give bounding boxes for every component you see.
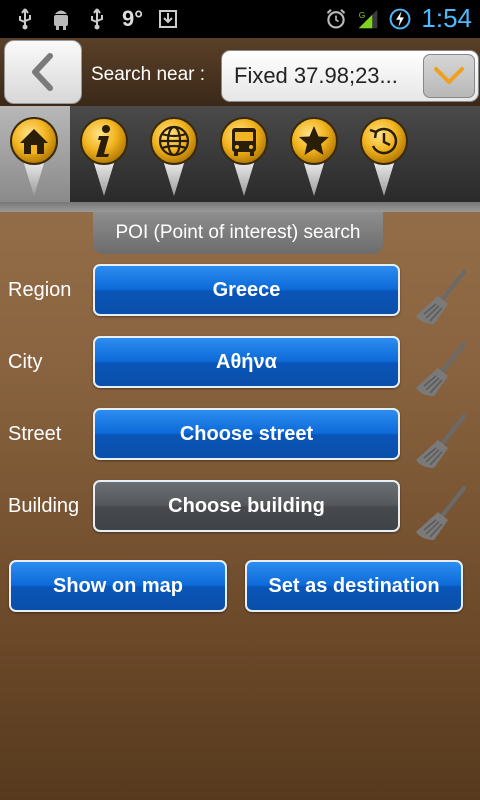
broom-icon: [416, 270, 466, 324]
svg-text:G: G: [359, 10, 366, 20]
tab-info[interactable]: [76, 116, 132, 198]
signal-icon: G: [357, 7, 379, 31]
street-label: Street: [8, 423, 62, 445]
tab-globe[interactable]: [146, 116, 202, 198]
usb-icon: [86, 7, 108, 31]
street-button[interactable]: Choose street: [93, 408, 400, 460]
clock-time: 1:54: [421, 3, 472, 33]
region-button[interactable]: Greece: [93, 264, 400, 316]
chevron-left-icon: [32, 53, 53, 91]
tab-favorites[interactable]: [286, 116, 342, 198]
region-label: Region: [8, 279, 72, 301]
toolbar-divider: [0, 202, 480, 212]
show-on-map-button[interactable]: Show on map: [9, 560, 227, 612]
building-label: Building: [8, 495, 80, 517]
search-near-value: Fixed 37.98;23...: [234, 63, 398, 88]
tab-transport[interactable]: [216, 116, 272, 198]
clear-city-button[interactable]: [412, 340, 472, 400]
category-toolbar: [0, 106, 480, 202]
chevron-down-icon: [434, 67, 464, 84]
battery-charging-icon: [389, 7, 411, 31]
clear-region-button[interactable]: [412, 268, 472, 328]
clear-building-button[interactable]: [412, 484, 472, 544]
usb-icon: [14, 7, 36, 31]
set-as-destination-button[interactable]: Set as destination: [245, 560, 463, 612]
broom-icon: [416, 342, 466, 396]
bus-icon: [232, 128, 256, 156]
broom-icon: [416, 486, 466, 540]
building-button[interactable]: Choose building: [93, 480, 400, 532]
city-button[interactable]: Αθήνα: [93, 336, 400, 388]
search-near-label: Search near :: [91, 64, 206, 85]
dropdown-button[interactable]: [423, 54, 475, 98]
section-title: POI (Point of interest) search: [93, 212, 383, 254]
tab-history[interactable]: [356, 116, 412, 198]
back-button[interactable]: [4, 40, 82, 104]
search-header: Search near : Fixed 37.98;23...: [0, 38, 480, 106]
broom-icon: [416, 414, 466, 468]
download-icon: [157, 7, 179, 31]
status-bar: 9° G 1:54: [0, 0, 480, 38]
android-debug-icon: [50, 7, 72, 31]
temperature-text: 9°: [122, 6, 144, 31]
clear-street-button[interactable]: [412, 412, 472, 472]
search-near-select[interactable]: Fixed 37.98;23...: [221, 50, 479, 102]
city-label: City: [8, 351, 43, 373]
tab-home[interactable]: [6, 116, 62, 198]
alarm-icon: [325, 7, 347, 31]
